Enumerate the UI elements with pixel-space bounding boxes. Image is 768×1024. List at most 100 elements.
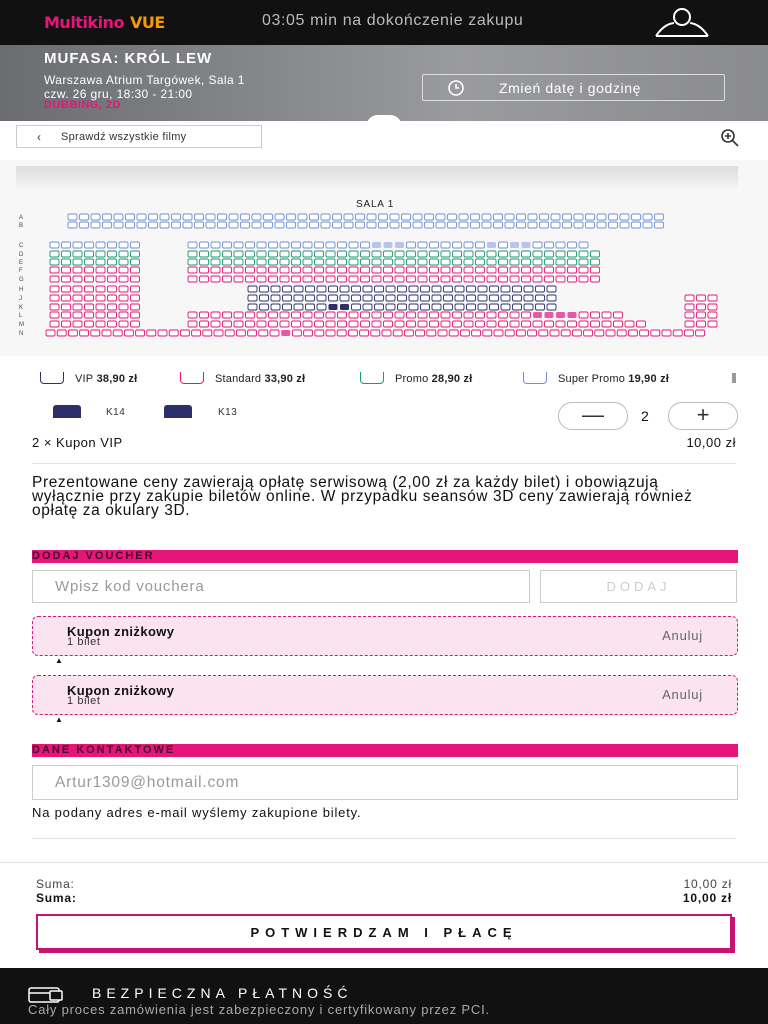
- seat[interactable]: [493, 221, 503, 229]
- seat[interactable]: [291, 275, 301, 283]
- seat[interactable]: [222, 311, 232, 319]
- seat[interactable]: [305, 294, 315, 302]
- seat[interactable]: [256, 275, 267, 283]
- seat[interactable]: [556, 312, 565, 318]
- seat[interactable]: [293, 285, 304, 293]
- seat[interactable]: [291, 266, 301, 274]
- seat[interactable]: [371, 311, 382, 319]
- seat[interactable]: [72, 285, 83, 293]
- seat[interactable]: [470, 213, 480, 221]
- seat[interactable]: [235, 329, 246, 337]
- seat[interactable]: [302, 266, 313, 274]
- seat[interactable]: [371, 250, 382, 258]
- seat[interactable]: [466, 285, 476, 293]
- seat[interactable]: [187, 311, 198, 319]
- seat[interactable]: [107, 258, 117, 266]
- seat[interactable]: [256, 266, 267, 274]
- seat[interactable]: [440, 250, 451, 258]
- seat[interactable]: [521, 320, 531, 328]
- seat[interactable]: [555, 241, 566, 249]
- seat[interactable]: [383, 266, 393, 274]
- seat[interactable]: [362, 285, 373, 293]
- seat[interactable]: [477, 285, 488, 293]
- seat[interactable]: [233, 241, 244, 249]
- seat[interactable]: [463, 258, 474, 266]
- seat[interactable]: [95, 266, 106, 274]
- seat[interactable]: [544, 312, 554, 318]
- seat[interactable]: [245, 258, 255, 266]
- seat[interactable]: [360, 241, 370, 249]
- seat[interactable]: [489, 294, 499, 302]
- seat[interactable]: [420, 285, 430, 293]
- seat[interactable]: [205, 213, 216, 221]
- seat[interactable]: [509, 250, 520, 258]
- seat[interactable]: [440, 275, 451, 283]
- seat[interactable]: [661, 329, 672, 337]
- seat[interactable]: [157, 329, 168, 337]
- seat[interactable]: [325, 329, 336, 337]
- seat[interactable]: [408, 294, 419, 302]
- seat[interactable]: [498, 266, 508, 274]
- seat[interactable]: [489, 285, 499, 293]
- seat[interactable]: [130, 320, 140, 328]
- seat[interactable]: [509, 320, 520, 328]
- seat[interactable]: [256, 258, 267, 266]
- seat[interactable]: [222, 250, 232, 258]
- seat[interactable]: [371, 258, 382, 266]
- seat[interactable]: [509, 258, 520, 266]
- seat[interactable]: [567, 241, 577, 249]
- seat[interactable]: [707, 294, 718, 302]
- seat[interactable]: [406, 311, 416, 319]
- seat[interactable]: [447, 221, 457, 229]
- seat[interactable]: [314, 266, 324, 274]
- seat[interactable]: [159, 221, 170, 229]
- seat[interactable]: [707, 320, 718, 328]
- seat[interactable]: [351, 303, 361, 311]
- seat[interactable]: [385, 303, 396, 311]
- seat[interactable]: [463, 311, 474, 319]
- seat[interactable]: [448, 329, 459, 337]
- seat[interactable]: [49, 320, 60, 328]
- seat[interactable]: [118, 320, 129, 328]
- seat[interactable]: [594, 329, 605, 337]
- seat[interactable]: [555, 320, 566, 328]
- seat[interactable]: [61, 241, 71, 249]
- seat[interactable]: [224, 329, 235, 337]
- seat[interactable]: [337, 320, 347, 328]
- seat[interactable]: [412, 213, 423, 221]
- seat[interactable]: [256, 320, 267, 328]
- seat[interactable]: [578, 266, 589, 274]
- seat[interactable]: [684, 311, 695, 319]
- seat[interactable]: [590, 320, 600, 328]
- seat[interactable]: [171, 213, 181, 221]
- seat[interactable]: [251, 221, 262, 229]
- seat[interactable]: [394, 266, 405, 274]
- seat[interactable]: [130, 275, 140, 283]
- seat[interactable]: [233, 311, 244, 319]
- seat[interactable]: [360, 320, 370, 328]
- seat[interactable]: [544, 275, 554, 283]
- seat[interactable]: [95, 241, 106, 249]
- seat[interactable]: [590, 311, 600, 319]
- seat[interactable]: [199, 311, 209, 319]
- seat[interactable]: [316, 294, 327, 302]
- seat[interactable]: [291, 329, 302, 337]
- seat[interactable]: [389, 221, 400, 229]
- seat[interactable]: [397, 294, 407, 302]
- seat[interactable]: [84, 266, 94, 274]
- seat[interactable]: [233, 250, 244, 258]
- seat[interactable]: [567, 320, 577, 328]
- seat[interactable]: [343, 213, 354, 221]
- seat[interactable]: [325, 250, 336, 258]
- seat[interactable]: [125, 221, 135, 229]
- seat[interactable]: [351, 294, 361, 302]
- seat[interactable]: [475, 250, 485, 258]
- seat[interactable]: [49, 294, 60, 302]
- seat[interactable]: [49, 275, 60, 283]
- seat[interactable]: [412, 221, 423, 229]
- seat[interactable]: [210, 311, 221, 319]
- seat[interactable]: [454, 294, 465, 302]
- seat[interactable]: [475, 266, 485, 274]
- seat[interactable]: [613, 311, 623, 319]
- seat[interactable]: [636, 320, 646, 328]
